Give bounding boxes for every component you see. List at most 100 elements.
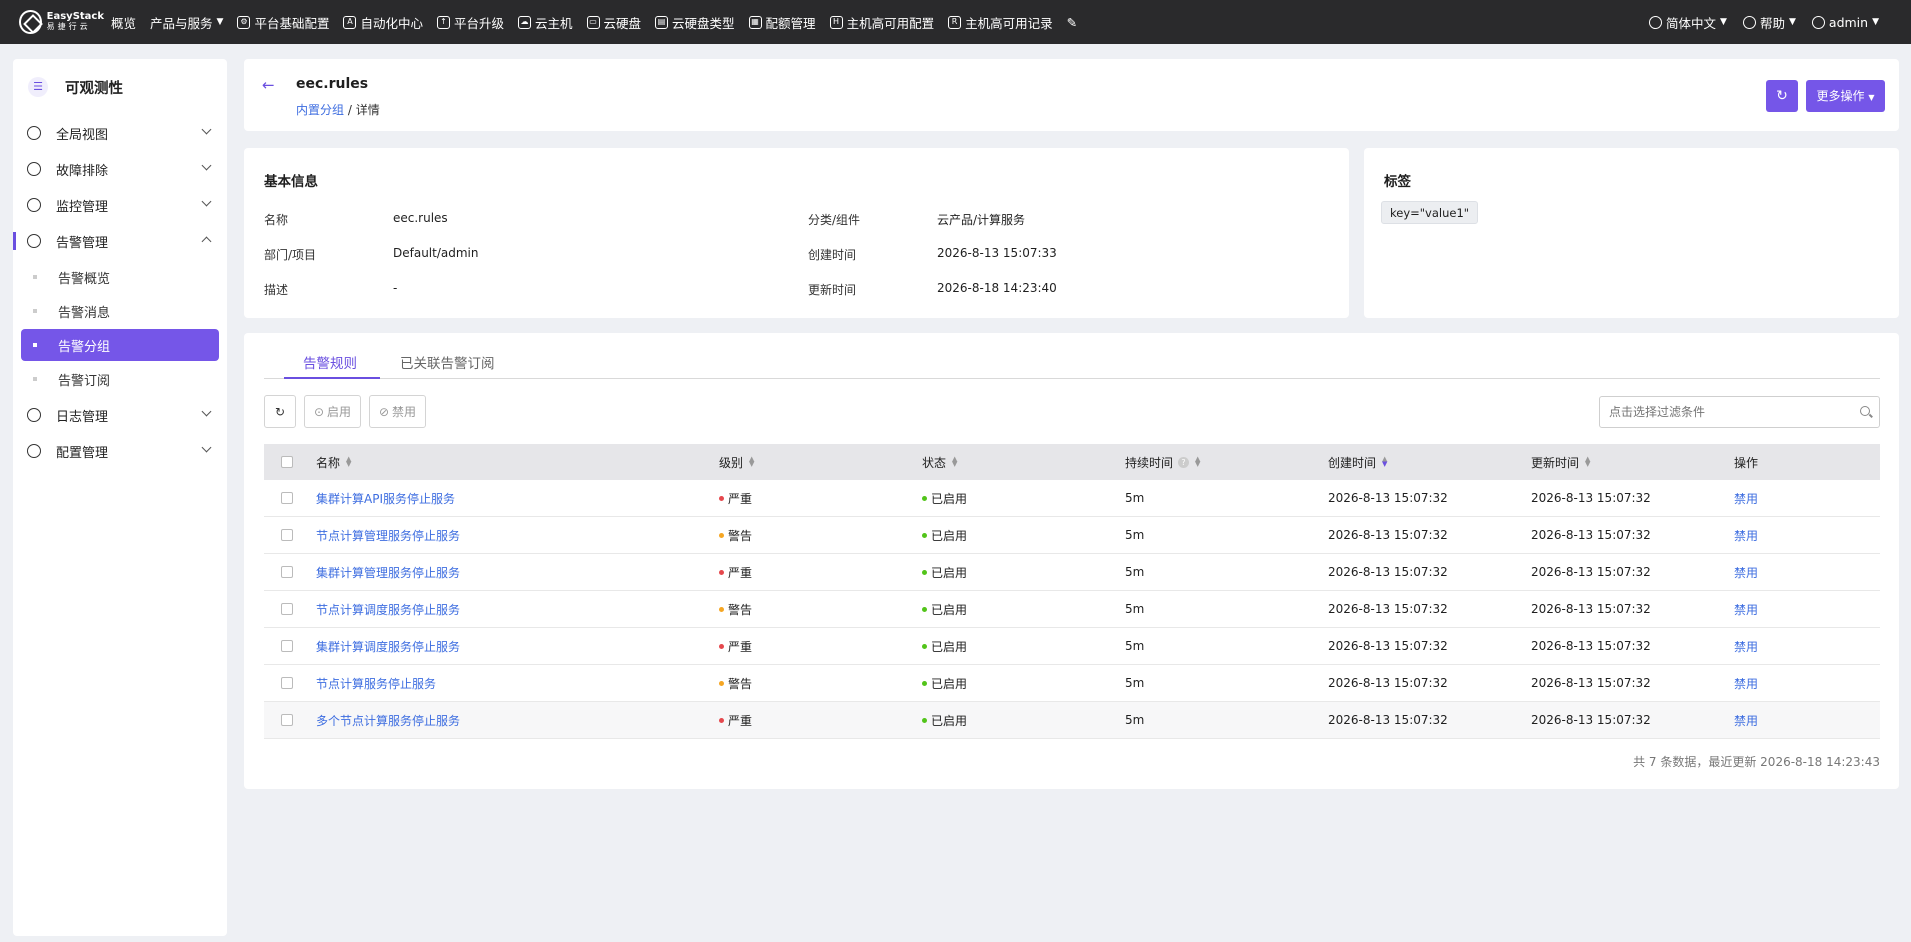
- nav-item-4[interactable]: ↑ 平台升级: [430, 0, 511, 44]
- nav-item-6[interactable]: ▭ 云硬盘: [580, 0, 649, 44]
- rule-name-link[interactable]: 多个节点计算服务停止服务: [316, 712, 460, 729]
- nav-item-3[interactable]: A 自动化中心: [336, 0, 430, 44]
- nav-item-label: 主机高可用记录: [965, 15, 1053, 31]
- select-all-checkbox[interactable]: [281, 456, 293, 468]
- sidebar-item-alert-overview[interactable]: 告警概览: [21, 261, 219, 293]
- rule-name-link[interactable]: 节点计算调度服务停止服务: [316, 601, 460, 618]
- nav-item-7[interactable]: ▤ 云硬盘类型: [648, 0, 742, 44]
- help-icon[interactable]: ?: [1178, 456, 1190, 468]
- sort-icon[interactable]: ▲ ▼: [952, 456, 957, 468]
- disable-rule-link[interactable]: 禁用: [1734, 490, 1758, 507]
- chevron-down-icon: ▼: [1720, 17, 1727, 27]
- row-checkbox[interactable]: [281, 529, 293, 541]
- nav-item-5[interactable]: ☁ 云主机: [511, 0, 580, 44]
- row-checkbox[interactable]: [281, 640, 293, 652]
- rule-name-link[interactable]: 集群计算管理服务停止服务: [316, 564, 460, 581]
- tab-linked-subscriptions[interactable]: 已关联告警订阅: [380, 352, 495, 379]
- sidebar-item-alert-management[interactable]: 告警管理: [13, 223, 227, 259]
- row-checkbox[interactable]: [281, 603, 293, 615]
- sort-icon[interactable]: ▲ ▼: [346, 456, 351, 468]
- disable-rule-link[interactable]: 禁用: [1734, 527, 1758, 544]
- nav-item-9[interactable]: H 主机高可用配置: [823, 0, 942, 44]
- sidebar-item-troubleshooting[interactable]: 故障排除: [13, 151, 227, 187]
- basic-info-card: 基本信息 名称 eec.rules 分类/组件 云产品/计算服务 部门/项目 Defaul…: [244, 148, 1349, 318]
- table-refresh-button[interactable]: ↻: [264, 395, 296, 428]
- sidebar-item-label: 日志管理: [56, 409, 109, 425]
- sort-icon[interactable]: ▲ ▼: [1382, 456, 1387, 468]
- info-value: 2026-8-13 15:07:33: [937, 246, 1057, 260]
- nav-item-8[interactable]: ▦ 配额管理: [742, 0, 823, 44]
- disable-rule-link[interactable]: 禁用: [1734, 638, 1758, 655]
- search-icon[interactable]: [1860, 406, 1870, 416]
- rule-name-link[interactable]: 集群计算API服务停止服务: [316, 490, 455, 507]
- sidebar-item-alert-groups[interactable]: 告警分组: [21, 329, 219, 361]
- nav-item-2[interactable]: ⚙ 平台基础配置: [230, 0, 336, 44]
- sidebar-item-monitoring[interactable]: 监控管理: [13, 187, 227, 223]
- column-header-created[interactable]: 创建时间 ▲ ▼: [1328, 444, 1387, 480]
- severity-dot-icon: [719, 680, 724, 686]
- sidebar-item-log-management[interactable]: 日志管理: [13, 397, 227, 433]
- filter-search[interactable]: [1599, 396, 1880, 428]
- status-dot-icon: [922, 569, 927, 575]
- breadcrumb-parent-link[interactable]: 内置分组: [296, 103, 344, 117]
- sidebar-item-alert-subscriptions[interactable]: 告警订阅: [21, 363, 219, 395]
- chevron-down-icon: [201, 124, 212, 135]
- sort-icon[interactable]: ▲ ▼: [749, 456, 754, 468]
- brand-logo[interactable]: EasyStack 易捷行云: [0, 10, 104, 34]
- disable-button[interactable]: ⊘ 禁用: [369, 395, 426, 428]
- row-checkbox[interactable]: [281, 492, 293, 504]
- table-cell: 已启用: [922, 517, 967, 553]
- severity-label: 严重: [728, 639, 753, 654]
- table-cell: 5m: [1125, 702, 1144, 738]
- user-menu[interactable]: admin ▼: [1804, 0, 1887, 44]
- table-cell: 2026-8-13 15:07:32: [1531, 628, 1651, 664]
- table-cell: 严重: [719, 702, 752, 738]
- ban-icon: ⊘: [378, 404, 390, 419]
- back-arrow-icon[interactable]: ←: [262, 76, 280, 94]
- column-header-status[interactable]: 状态 ▲ ▼: [922, 444, 957, 480]
- disable-rule-link[interactable]: 禁用: [1734, 601, 1758, 618]
- filter-input[interactable]: [1609, 405, 1849, 419]
- table-cell: 禁用: [1734, 480, 1758, 516]
- rule-name-link[interactable]: 节点计算管理服务停止服务: [316, 527, 460, 544]
- pin-icon[interactable]: ✎: [1060, 0, 1084, 44]
- menu-collapse-icon[interactable]: ☰: [28, 77, 48, 97]
- rule-name-link[interactable]: 节点计算服务停止服务: [316, 675, 436, 692]
- rules-table: 名称 ▲ ▼ 级别 ▲ ▼ 状态 ▲ ▼ 持续时间? ▲ ▼ 创建时间 ▲ ▼ 更新时间 ▲ ▼ 操作 集群计算AP…: [264, 444, 1880, 739]
- help-menu[interactable]: 帮助 ▼: [1735, 0, 1804, 44]
- duration-value: 5m: [1125, 713, 1145, 727]
- row-checkbox[interactable]: [281, 566, 293, 578]
- rule-name-link[interactable]: 集群计算调度服务停止服务: [316, 638, 460, 655]
- column-header-updated[interactable]: 更新时间 ▲ ▼: [1531, 444, 1590, 480]
- disable-rule-link[interactable]: 禁用: [1734, 712, 1758, 729]
- sidebar-item-config-management[interactable]: 配置管理: [13, 433, 227, 469]
- chevron-down-icon: ▼: [1788, 17, 1796, 27]
- log-icon: [27, 408, 41, 422]
- disable-rule-link[interactable]: 禁用: [1734, 564, 1758, 581]
- more-actions-button[interactable]: 更多操作 ▼: [1806, 80, 1885, 112]
- sidebar-item-global-view[interactable]: 全局视图: [13, 115, 227, 151]
- table-cell: 已启用: [922, 591, 967, 627]
- nav-item-1[interactable]: 产品与服务 ▼: [143, 0, 230, 44]
- navbar-right: 简体中文 ▼ 帮助 ▼ admin ▼: [1641, 0, 1887, 44]
- sort-icon[interactable]: ▲ ▼: [1195, 456, 1200, 468]
- column-header-level[interactable]: 级别 ▲ ▼: [719, 444, 754, 480]
- tab-alert-rules[interactable]: 告警规则: [284, 352, 380, 379]
- refresh-button[interactable]: ↻: [1766, 80, 1798, 112]
- table-cell: 警告: [719, 591, 752, 627]
- enable-button[interactable]: ⊙ 启用: [304, 395, 361, 428]
- status-label: 已启用: [931, 602, 968, 617]
- column-header-duration[interactable]: 持续时间? ▲ ▼: [1125, 444, 1200, 480]
- nav-item-0[interactable]: 概览: [104, 0, 143, 44]
- row-checkbox[interactable]: [281, 677, 293, 689]
- table-cell: 多个节点计算服务停止服务: [316, 702, 460, 738]
- sidebar-item-alert-messages[interactable]: 告警消息: [21, 295, 219, 327]
- disable-rule-link[interactable]: 禁用: [1734, 675, 1758, 692]
- row-checkbox[interactable]: [281, 714, 293, 726]
- sort-icon[interactable]: ▲ ▼: [1585, 456, 1590, 468]
- column-header-name[interactable]: 名称 ▲ ▼: [316, 444, 351, 480]
- top-navbar: EasyStack 易捷行云 概览 产品与服务 ▼ ⚙ 平台基础配置 A 自动化中心 ↑ 平台升…: [0, 0, 1911, 44]
- language-selector[interactable]: 简体中文 ▼: [1641, 0, 1735, 44]
- nav-item-10[interactable]: R 主机高可用记录: [941, 0, 1060, 44]
- table-cell: 2026-8-13 15:07:32: [1531, 517, 1651, 553]
